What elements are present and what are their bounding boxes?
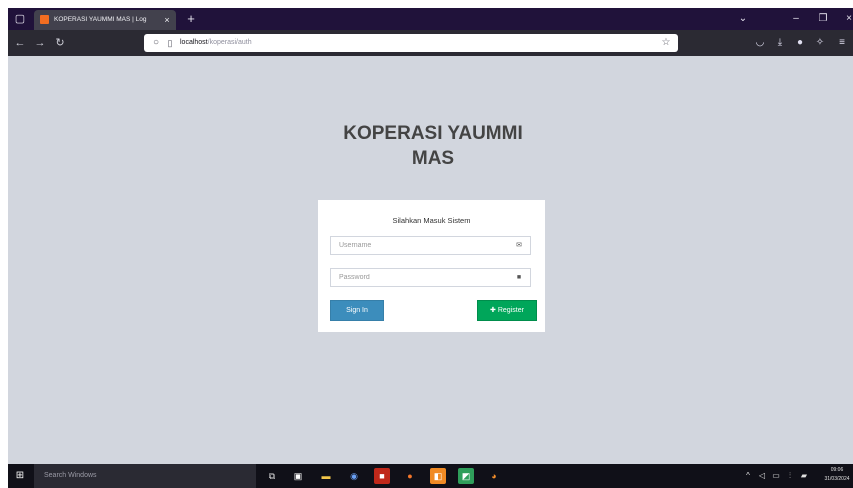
page-icon[interactable]: ▯ [164, 37, 176, 49]
lock-icon: ■ [516, 274, 522, 281]
network-icon[interactable]: ⫶ [784, 470, 796, 482]
url-path: /koperasi/auth [207, 39, 252, 46]
plus-icon: ✚ [490, 307, 498, 314]
favicon-icon [40, 15, 49, 24]
shield-icon[interactable]: ○ [150, 37, 162, 49]
firefox-orange-icon[interactable]: ● [402, 468, 418, 484]
back-arrow-icon[interactable]: ← [12, 35, 28, 51]
clock-date: 31/03/2024 [824, 476, 850, 482]
taskbar-search[interactable]: Search Windows [34, 464, 256, 488]
maximize-icon[interactable]: ❐ [815, 11, 831, 27]
hamburger-menu-icon[interactable]: ≡ [834, 35, 850, 51]
url-text[interactable]: localhost/koperasi/auth [180, 37, 640, 49]
url-host: localhost [180, 39, 208, 46]
minimize-icon[interactable]: – [788, 11, 804, 27]
app-red-icon[interactable]: ■ [374, 468, 390, 484]
taskbar-search-placeholder: Search Windows [44, 472, 97, 479]
task-view-icon[interactable]: ⧉ [264, 468, 280, 484]
browser-nav-bar: ← → ↻ ○ ▯ localhost/koperasi/auth ☆ ◡ ⤓ … [8, 30, 853, 56]
chrome-icon[interactable]: ◉ [346, 468, 362, 484]
taskbar-clock[interactable]: 09:06 31/03/2024 [822, 466, 852, 486]
tab-close-icon[interactable]: × [162, 14, 172, 26]
reload-icon[interactable]: ↻ [52, 35, 68, 51]
register-button[interactable]: ✚ Register [477, 300, 537, 321]
store-icon[interactable]: ▣ [290, 468, 306, 484]
app-orange-icon[interactable]: ◧ [430, 468, 446, 484]
forward-arrow-icon[interactable]: → [32, 35, 48, 51]
file-explorer-icon[interactable]: ▬ [318, 468, 334, 484]
notification-icon[interactable]: ▰ [798, 470, 810, 482]
firefox-icon[interactable]: ◕ [486, 468, 502, 484]
app-green-icon[interactable]: ◩ [458, 468, 474, 484]
tab-overflow-icon[interactable]: ⌄ [735, 11, 751, 27]
logo-line-2: MAS [411, 148, 455, 169]
tab-title: KOPERASI YAUMMI MAS | Log [54, 16, 147, 23]
close-window-icon[interactable]: × [841, 11, 853, 27]
taskbar: ⊞ Search Windows ⧉ ▣ ▬ ◉ ■ ● ◧ ◩ ◕ ^ ◁ ▭… [8, 464, 853, 488]
login-box-message: Silahkan Masuk Sistem [392, 216, 471, 225]
username-field[interactable]: ✉ [330, 236, 531, 255]
new-tab-button[interactable]: + [183, 11, 199, 27]
extensions-icon[interactable]: ✧ [812, 35, 828, 51]
clock-time: 09:06 [830, 467, 844, 473]
url-bar[interactable]: ○ ▯ localhost/koperasi/auth ☆ [144, 34, 678, 52]
login-logo: KOPERASI YAUMMI MAS [308, 121, 558, 185]
password-input[interactable] [331, 269, 511, 286]
browser-tab-active[interactable]: KOPERASI YAUMMI MAS | Log × [34, 10, 176, 30]
volume-icon[interactable]: ◁ [756, 470, 768, 482]
account-icon[interactable]: ● [792, 35, 808, 51]
pocket-icon[interactable]: ◡ [752, 35, 768, 51]
screen: ▢ KOPERASI YAUMMI MAS | Log × + ⌄ – ❐ × … [8, 8, 853, 488]
tray-chevron-icon[interactable]: ^ [742, 470, 754, 482]
tab-list-icon[interactable]: ▢ [12, 12, 28, 26]
sign-in-button[interactable]: Sign In [330, 300, 384, 321]
download-icon[interactable]: ⤓ [772, 35, 788, 51]
envelope-icon: ✉ [516, 242, 522, 249]
login-box: Silahkan Masuk Sistem ✉ ■ Sign In ✚ Regi… [318, 200, 545, 332]
username-input[interactable] [331, 237, 511, 254]
register-label: Register [497, 307, 524, 314]
battery-icon[interactable]: ▭ [770, 470, 782, 482]
password-field[interactable]: ■ [330, 268, 531, 287]
windows-start-icon[interactable]: ⊞ [12, 468, 28, 484]
star-icon[interactable]: ☆ [660, 37, 672, 49]
logo-line-1: KOPERASI YAUMMI [343, 123, 523, 144]
browser-tab-bar: ▢ KOPERASI YAUMMI MAS | Log × + ⌄ – ❐ × [8, 8, 853, 30]
